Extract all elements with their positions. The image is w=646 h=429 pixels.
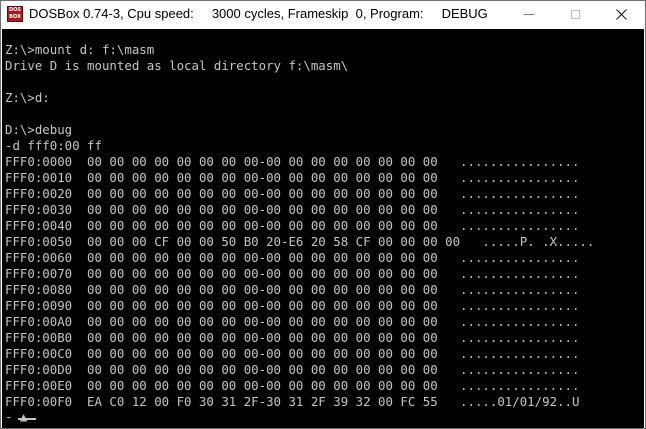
maximize-icon <box>570 10 580 19</box>
dump-row: FFF0:00A0 00 00 00 00 00 00 00 00-00 00 … <box>5 314 580 329</box>
minimize-button[interactable] <box>506 1 552 28</box>
console-line: -d fff0:00 ff <box>5 138 102 153</box>
dump-row: FFF0:0070 00 00 00 00 00 00 00 00-00 00 … <box>5 266 580 281</box>
dump-row: FFF0:0000 00 00 00 00 00 00 00 00-00 00 … <box>5 154 580 169</box>
maximize-button[interactable] <box>552 1 598 28</box>
close-icon <box>615 9 627 20</box>
icon-text-top: DOS <box>8 7 21 13</box>
dump-row: FFF0:0010 00 00 00 00 00 00 00 00-00 00 … <box>5 170 580 185</box>
console-line: Z:\>mount d: f:\masm <box>5 42 155 57</box>
dump-row: FFF0:0050 00 00 00 CF 00 00 50 B0 20-E6 … <box>5 234 595 249</box>
dump-row: FFF0:0060 00 00 00 00 00 00 00 00-00 00 … <box>5 250 580 265</box>
text-cursor <box>18 418 36 420</box>
dump-row: FFF0:0040 00 00 00 00 00 00 00 00-00 00 … <box>5 218 580 233</box>
window-title: DOSBox 0.74-3, Cpu speed: 3000 cycles, F… <box>29 6 488 21</box>
dump-row: FFF0:00F0 EA C0 12 00 F0 30 31 2F-30 31 … <box>5 394 580 409</box>
minimize-icon <box>524 14 534 15</box>
icon-text-bottom: BOX <box>9 14 21 20</box>
dump-row: FFF0:0030 00 00 00 00 00 00 00 00-00 00 … <box>5 202 580 217</box>
dump-row: FFF0:0090 00 00 00 00 00 00 00 00-00 00 … <box>5 298 580 313</box>
dosbox-window: DOS BOX DOSBox 0.74-3, Cpu speed: 3000 c… <box>0 0 646 429</box>
console-line: D:\>debug <box>5 122 73 137</box>
console-line: Drive D is mounted as local directory f:… <box>5 58 349 73</box>
close-button[interactable] <box>598 1 644 28</box>
title-bar[interactable]: DOS BOX DOSBox 0.74-3, Cpu speed: 3000 c… <box>1 1 645 28</box>
dump-row: FFF0:00C0 00 00 00 00 00 00 00 00-00 00 … <box>5 346 580 361</box>
dump-row: FFF0:00D0 00 00 00 00 00 00 00 00-00 00 … <box>5 362 580 377</box>
console-line: Z:\>d: <box>5 90 50 105</box>
dosbox-icon[interactable]: DOS BOX <box>7 6 23 22</box>
dump-row: FFF0:00E0 00 00 00 00 00 00 00 00-00 00 … <box>5 378 580 393</box>
dump-row: FFF0:0020 00 00 00 00 00 00 00 00-00 00 … <box>5 186 580 201</box>
dos-console[interactable]: Z:\>mount d: f:\masm Drive D is mounted … <box>2 29 644 428</box>
dump-row: FFF0:00B0 00 00 00 00 00 00 00 00-00 00 … <box>5 330 580 345</box>
prompt-line[interactable]: - ▲ <box>5 409 27 425</box>
dump-row: FFF0:0080 00 00 00 00 00 00 00 00-00 00 … <box>5 282 580 297</box>
